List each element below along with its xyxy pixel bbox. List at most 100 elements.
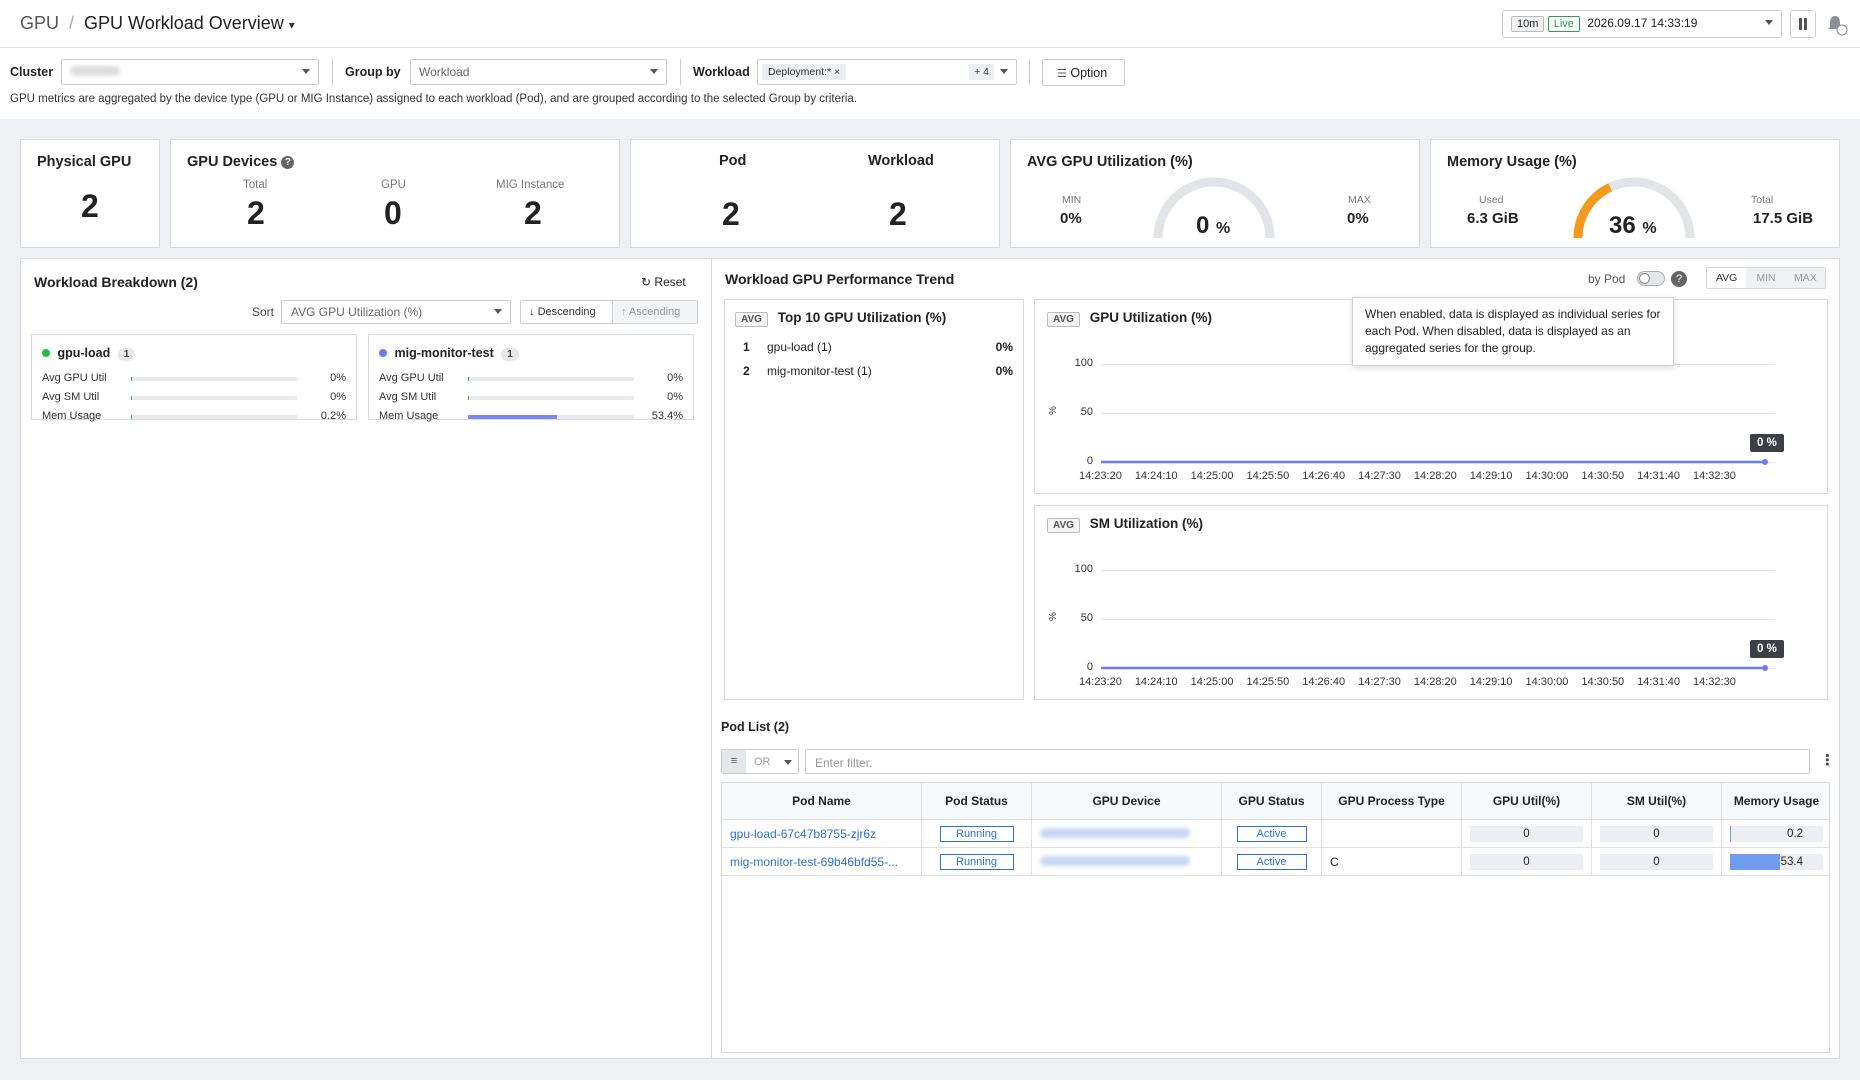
- status-dot-icon: [42, 349, 50, 357]
- workload-select[interactable]: Deployment:* × + 4: [757, 59, 1017, 85]
- gpu-devices-total: 2: [247, 195, 265, 231]
- sm-util-chart: 100 50 0% 14:23:20 14:24:10 14:25:00 14:25:50 1…: [1035, 506, 1829, 701]
- card-title: AVG GPU Utilization (%): [1027, 154, 1193, 170]
- top10-header: AVG Top 10 GPU Utilization (%): [735, 310, 946, 327]
- gpu-devices-mig-label: MIG Instance: [496, 179, 565, 191]
- chevron-down-icon: [302, 69, 310, 74]
- column-header[interactable]: Memory Usage: [1721, 783, 1829, 820]
- column-header[interactable]: Pod Status: [921, 783, 1032, 820]
- seg-min[interactable]: MIN: [1746, 268, 1786, 288]
- column-header[interactable]: Pod Name: [722, 783, 922, 820]
- podlist-table: Pod Name Pod Status GPU Device GPU Status GP…: [722, 783, 1829, 876]
- time-range-badge[interactable]: 10m: [1511, 16, 1545, 32]
- ascending-button[interactable]: ↑ Ascending: [611, 301, 697, 323]
- sort-select[interactable]: AVG GPU Utilization (%): [281, 300, 511, 324]
- filter-placeholder: Enter filter.: [815, 756, 873, 770]
- gpu-util-value: 0: [1470, 853, 1583, 870]
- group-by-select[interactable]: Workload: [410, 59, 667, 85]
- or-label: OR: [754, 756, 771, 768]
- workload-name: gpu-load (1): [767, 340, 832, 354]
- top10-row[interactable]: 1 gpu-load (1) 0%: [743, 340, 1013, 354]
- column-header[interactable]: GPU Status: [1221, 783, 1322, 820]
- gpu-devices-gpu-label: GPU: [381, 179, 406, 191]
- pause-button[interactable]: [1790, 10, 1816, 38]
- gpu-devices-title: GPU Devices: [187, 154, 278, 170]
- ascending-label: Ascending: [628, 306, 681, 318]
- column-header[interactable]: GPU Process Type: [1321, 783, 1462, 820]
- filter-icon[interactable]: ≡: [722, 750, 746, 773]
- gpu-process-type: C: [1321, 847, 1462, 876]
- metric-bar: [131, 415, 297, 419]
- metric-value: 0%: [667, 372, 683, 384]
- group-by-value: Workload: [419, 65, 470, 79]
- time-picker[interactable]: 10m Live 2026.09.17 14:33:19: [1502, 10, 1782, 38]
- table-header-row: Pod Name Pod Status GPU Device GPU Status GP…: [722, 783, 1829, 820]
- top10-row[interactable]: 2 mig-monitor-test (1) 0%: [743, 364, 1013, 378]
- chart-plot: [1101, 665, 1768, 671]
- table-row[interactable]: gpu-load-67c47b8755-zjr6z Running Active…: [722, 819, 1829, 848]
- gpu-process-type: [1321, 819, 1462, 848]
- page-header: GPU / GPU Workload Overview ▾ 10m Live 202…: [0, 0, 1860, 48]
- metric-label: Avg GPU Util: [42, 372, 107, 384]
- workload-card[interactable]: mig-monitor-test 1 Avg GPU Util 0% Avg SM …: [368, 334, 694, 422]
- pod-name-link[interactable]: gpu-load-67c47b8755-zjr6z: [730, 827, 876, 841]
- notification-button[interactable]: [1826, 14, 1848, 39]
- workload-tag-label: Deployment:*: [768, 66, 832, 78]
- workload-value: 2: [889, 196, 907, 232]
- by-pod-toggle[interactable]: [1637, 271, 1665, 286]
- rank: 2: [743, 364, 750, 378]
- column-header[interactable]: GPU Device: [1031, 783, 1222, 820]
- gpu-device-redacted: [1040, 855, 1190, 866]
- workload-title: Workload: [868, 153, 934, 169]
- page-title[interactable]: GPU Workload Overview: [84, 13, 284, 33]
- seg-max[interactable]: MAX: [1785, 268, 1825, 288]
- or-select[interactable]: OR: [746, 750, 798, 773]
- chevron-down-icon[interactable]: ▾: [289, 18, 295, 32]
- workload-name: mig-monitor-test (1): [767, 364, 872, 378]
- divider: [1029, 59, 1030, 85]
- column-header[interactable]: GPU Util(%): [1461, 783, 1592, 820]
- min-label: MIN: [1062, 194, 1082, 206]
- breadcrumb-root[interactable]: GPU: [20, 13, 59, 33]
- pod-status-badge: Running: [939, 825, 1014, 842]
- live-badge[interactable]: Live: [1547, 16, 1580, 32]
- memory-usage-card: Memory Usage (%) Used 6.3 GiB Total 17.5…: [1430, 139, 1840, 248]
- column-header[interactable]: SM Util(%): [1591, 783, 1722, 820]
- chevron-down-icon: [650, 69, 658, 74]
- gpu-devices-total-label: Total: [243, 179, 268, 191]
- workload-tag[interactable]: Deployment:* ×: [762, 64, 847, 80]
- help-icon[interactable]: ?: [281, 155, 295, 169]
- close-icon[interactable]: ×: [834, 66, 840, 78]
- physical-gpu-card: Physical GPU 2: [20, 139, 160, 248]
- workload-card[interactable]: gpu-load 1 Avg GPU Util 0% Avg SM Util 0% M…: [31, 334, 357, 422]
- option-label: Option: [1070, 66, 1108, 80]
- memory-usage-cell: 0.2: [1730, 825, 1823, 842]
- help-icon[interactable]: ?: [1671, 271, 1687, 287]
- option-button[interactable]: ☰ Option: [1042, 59, 1125, 86]
- workload-more-badge[interactable]: + 4: [969, 64, 994, 80]
- memory-gauge-value: 36 %: [1609, 212, 1657, 240]
- toggle-knob: [1639, 273, 1650, 284]
- descending-button[interactable]: ↓ Descending: [521, 301, 612, 323]
- more-options-icon[interactable]: ⋮: [1820, 751, 1835, 769]
- podlist-filter-input[interactable]: Enter filter.: [805, 749, 1810, 774]
- table-row[interactable]: mig-monitor-test-69b46bfd55-... Running …: [722, 847, 1829, 876]
- sort-value: AVG GPU Utilization (%): [291, 305, 423, 319]
- metric-label: Avg SM Util: [379, 391, 437, 403]
- chevron-down-icon: [784, 760, 792, 765]
- pod-name-link[interactable]: mig-monitor-test-69b46bfd55-...: [730, 855, 898, 869]
- metric-label: Avg GPU Util: [379, 372, 444, 384]
- metric-bar: [468, 415, 634, 419]
- reset-button[interactable]: ↻ Reset: [641, 275, 686, 289]
- workload-label: Workload: [693, 65, 750, 79]
- trend-panel: Workload GPU Performance Trend by Pod ? …: [711, 258, 1840, 1059]
- card-title: Physical GPU: [37, 154, 132, 170]
- by-pod-tooltip: When enabled, data is displayed as indiv…: [1352, 297, 1674, 366]
- top10-title: Top 10 GPU Utilization (%): [777, 310, 947, 325]
- cluster-select[interactable]: [61, 59, 319, 85]
- max-label: MAX: [1348, 194, 1371, 206]
- table-body: gpu-load-67c47b8755-zjr6z Running Active…: [722, 819, 1829, 876]
- metric-value: 0%: [667, 391, 683, 403]
- metric-bar: [131, 377, 297, 381]
- seg-avg[interactable]: AVG: [1707, 268, 1747, 288]
